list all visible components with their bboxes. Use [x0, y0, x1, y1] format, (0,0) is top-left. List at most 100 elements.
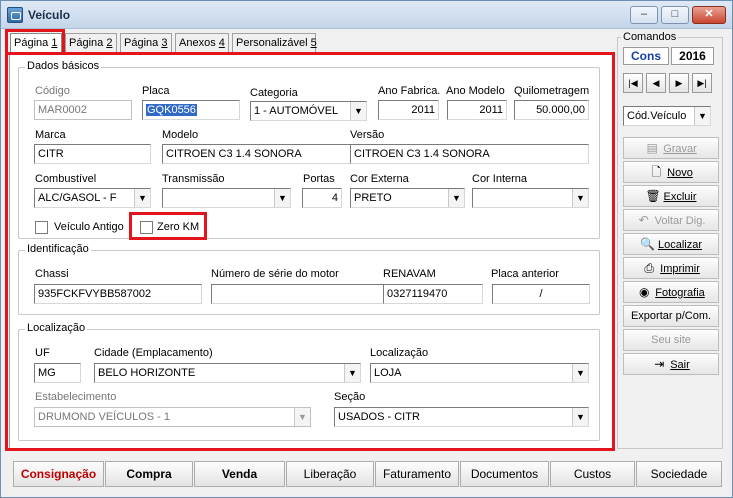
chassi-label: Chassi [35, 268, 69, 280]
close-button[interactable]: ✕ [692, 6, 726, 24]
versao-field[interactable]: CITROEN C3 1.4 SONORA [350, 144, 589, 164]
veiculo-antigo-checkbox[interactable] [35, 221, 48, 234]
marca-field[interactable]: CITR [34, 144, 151, 164]
mode-indicator: Cons [623, 47, 669, 65]
undo-icon: ↶ [638, 213, 649, 227]
placa-value: GQK0556 [146, 104, 197, 116]
modelo-field[interactable]: CITROEN C3 1.4 SONORA [162, 144, 357, 164]
last-record-button[interactable]: ▶| [692, 73, 712, 93]
cidade-select[interactable]: BELO HORIZONTE ▼ [94, 363, 361, 383]
chevron-down-icon: ▼ [448, 189, 464, 207]
liberacao-button[interactable]: Liberação [286, 461, 374, 487]
cor-interna-select[interactable]: ▼ [472, 188, 589, 208]
estabelecimento-select[interactable]: DRUMOND VEÍCULOS - 1 ▼ [34, 407, 311, 427]
categoria-label: Categoria [250, 87, 298, 99]
placa-label: Placa [142, 85, 170, 97]
chevron-down-icon: ▼ [572, 408, 588, 426]
sort-select[interactable]: Cód.Veículo ▼ [623, 106, 711, 126]
comandos-legend: Comandos [621, 31, 679, 43]
localizacao-group: Localização UF MG Cidade (Emplacamento) … [18, 322, 600, 441]
exportar-button[interactable]: Exportar p/Com. [623, 305, 719, 327]
secao-label: Seção [334, 391, 366, 403]
renavam-field[interactable]: 0327119470 [383, 284, 483, 304]
placa-anterior-field[interactable]: / [492, 284, 590, 304]
chevron-down-icon: ▼ [350, 102, 366, 120]
app-icon [7, 7, 23, 23]
localizar-button[interactable]: 🔍 Localizar [623, 233, 719, 255]
tab-pagina-1[interactable]: Página 1 [10, 33, 62, 53]
uf-field[interactable]: MG [34, 363, 81, 383]
tab-content-pagina-1: Dados básicos Código MAR0002 Placa GQK05… [9, 53, 613, 451]
veiculo-window: Veículo ‒ □ ✕ Página 1 Página 2 Página 3… [0, 0, 733, 498]
sair-button[interactable]: ⇥ Sair [623, 353, 719, 375]
prev-record-button[interactable]: ◀ [646, 73, 666, 93]
compra-button[interactable]: Compra [105, 461, 193, 487]
tab-pagina-2[interactable]: Página 2 [65, 33, 117, 53]
sociedade-button[interactable]: Sociedade [636, 461, 722, 487]
placa-field[interactable]: GQK0556 [142, 100, 240, 120]
transmissao-label: Transmissão [162, 173, 225, 185]
ano-modelo-field[interactable]: 2011 [447, 100, 507, 120]
tab-personalizavel[interactable]: Personalizável 5 [232, 33, 317, 53]
imprimir-button[interactable]: ⎙ Imprimir [623, 257, 719, 279]
secao-select[interactable]: USADOS - CITR ▼ [334, 407, 589, 427]
venda-button[interactable]: Venda [194, 461, 285, 487]
codigo-field[interactable]: MAR0002 [34, 100, 132, 120]
ano-fabrica-label: Ano Fabrica. [378, 85, 441, 97]
binoculars-icon: 🔍 [639, 237, 655, 251]
veiculo-antigo-label: Veículo Antigo [54, 221, 124, 233]
save-icon: ▤ [646, 141, 658, 155]
localizacao-label: Localização [370, 347, 429, 359]
excluir-button[interactable]: 🗑 Excluir [623, 185, 719, 207]
versao-label: Versão [350, 129, 385, 141]
novo-button[interactable]: 🗋 Novo [623, 161, 719, 183]
faturamento-button[interactable]: Faturamento [375, 461, 459, 487]
voltar-dig-button[interactable]: ↶ Voltar Dig. [623, 209, 719, 231]
next-record-button[interactable]: ▶ [669, 73, 689, 93]
chevron-down-icon: ▼ [572, 364, 588, 382]
chevron-down-icon: ▼ [294, 408, 310, 426]
chevron-down-icon: ▼ [572, 189, 588, 207]
identificacao-legend: Identificação [25, 243, 91, 255]
quilometragem-label: Quilometragem [514, 85, 590, 97]
tab-pagina-3[interactable]: Página 3 [120, 33, 172, 53]
dados-basicos-group: Dados básicos Código MAR0002 Placa GQK05… [18, 60, 600, 239]
minimize-button[interactable]: ‒ [630, 6, 658, 24]
serie-motor-field[interactable] [211, 284, 385, 304]
chassi-field[interactable]: 935FCKFVYBB587002 [34, 284, 202, 304]
uf-label: UF [35, 347, 50, 359]
localizacao-legend: Localização [25, 322, 88, 334]
quilometragem-field[interactable]: 50.000,00 [514, 100, 589, 120]
categoria-select[interactable]: 1 - AUTOMÓVEL ▼ [250, 101, 367, 121]
ano-fabrica-field[interactable]: 2011 [378, 100, 439, 120]
zero-km-label: Zero KM [157, 221, 200, 233]
estabelecimento-label: Estabelecimento [35, 391, 117, 403]
documentos-button[interactable]: Documentos [460, 461, 549, 487]
consignacao-button[interactable]: Consignação [13, 461, 104, 487]
combustivel-select[interactable]: ALC/GASOL - F ▼ [34, 188, 151, 208]
gravar-button[interactable]: ▤ Gravar [623, 137, 719, 159]
zero-km-checkbox[interactable] [140, 221, 153, 234]
renavam-label: RENAVAM [383, 268, 436, 280]
chevron-down-icon: ▼ [344, 364, 360, 382]
year-indicator: 2016 [671, 47, 714, 65]
printer-icon: ⎙ [644, 261, 654, 275]
custos-button[interactable]: Custos [550, 461, 635, 487]
cor-externa-label: Cor Externa [350, 173, 409, 185]
seu-site-button[interactable]: Seu site [623, 329, 719, 351]
trash-icon: 🗑 [645, 189, 661, 203]
ano-modelo-label: Ano Modelo [446, 85, 505, 97]
maximize-button[interactable]: □ [661, 6, 689, 24]
chevron-down-icon: ▼ [134, 189, 150, 207]
camera-icon: ◉ [638, 285, 650, 299]
chevron-down-icon: ▼ [274, 189, 290, 207]
cor-externa-select[interactable]: PRETO ▼ [350, 188, 465, 208]
transmissao-select[interactable]: ▼ [162, 188, 291, 208]
chevron-down-icon: ▼ [694, 107, 710, 125]
localizacao-select[interactable]: LOJA ▼ [370, 363, 589, 383]
tab-anexos[interactable]: Anexos 4 [175, 33, 229, 53]
exit-icon: ⇥ [654, 357, 665, 371]
first-record-button[interactable]: |◀ [623, 73, 643, 93]
portas-field[interactable]: 4 [302, 188, 342, 208]
fotografia-button[interactable]: ◉ Fotografia [623, 281, 719, 303]
